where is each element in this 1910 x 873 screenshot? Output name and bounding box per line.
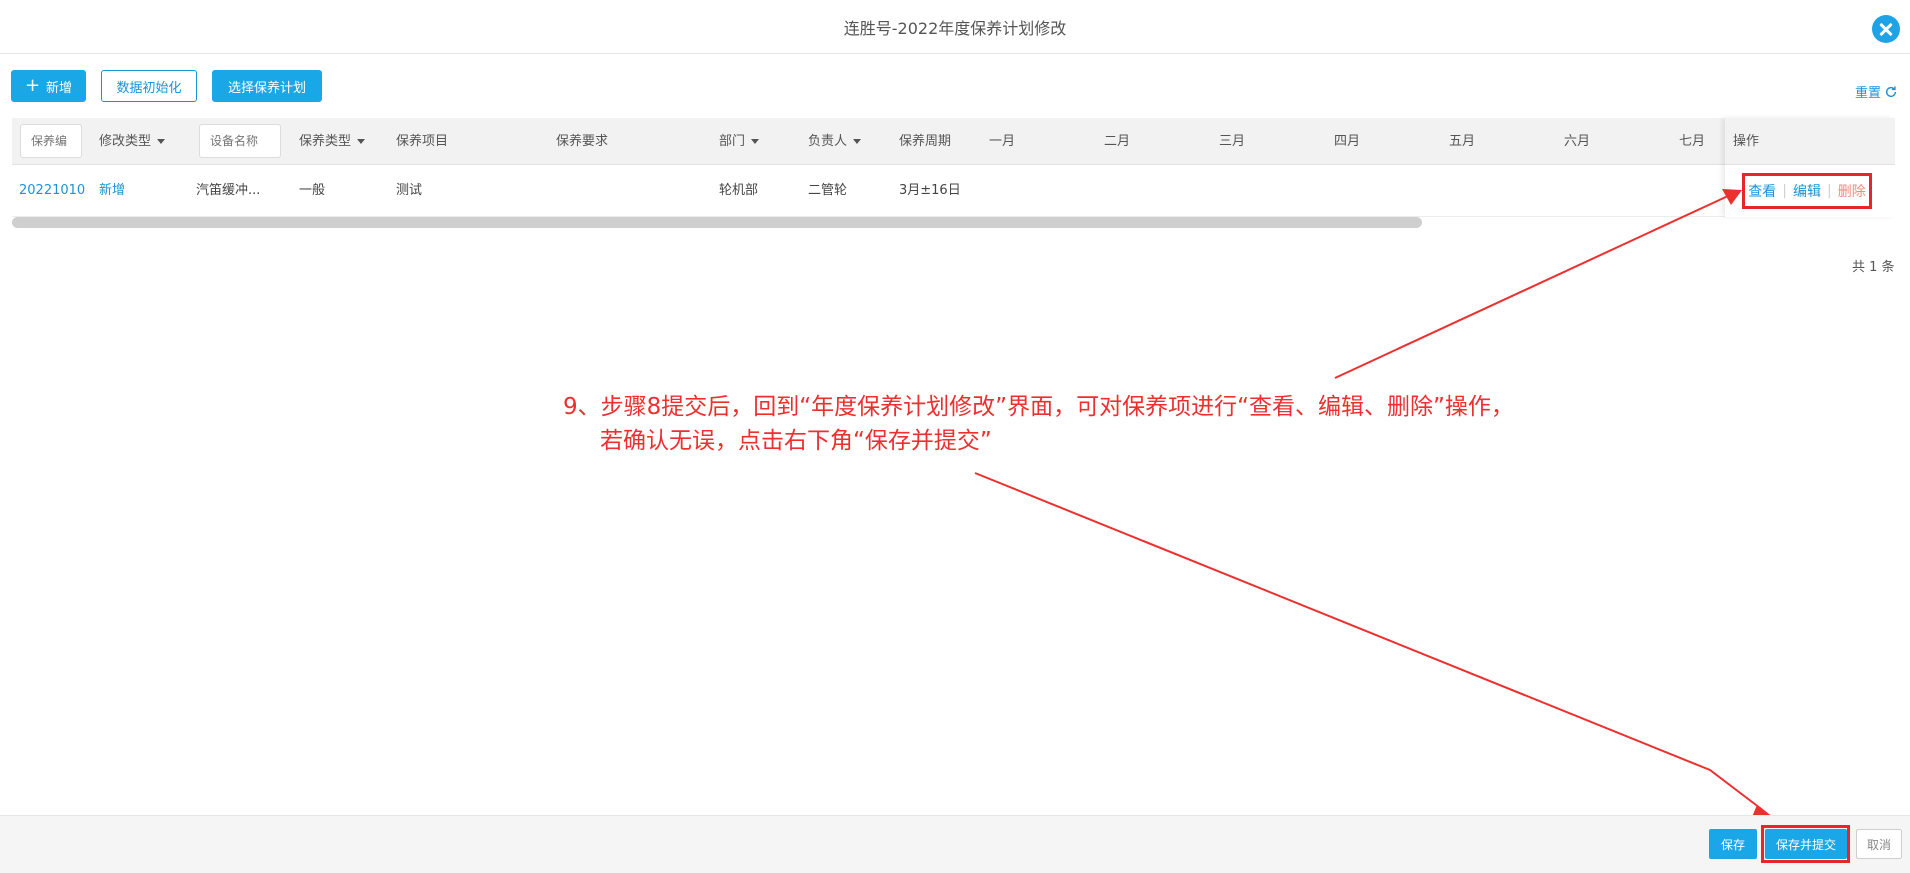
dialog-footer (0, 815, 1910, 873)
arrow-to-actions (1334, 195, 1729, 379)
cancel-button[interactable]: 取消 (1856, 829, 1902, 859)
save-and-submit-button[interactable]: 保存并提交 (1765, 829, 1847, 859)
arrow-to-submit (974, 472, 1776, 821)
annotation-arrows (974, 189, 1776, 822)
save-button[interactable]: 保存 (1709, 829, 1757, 859)
